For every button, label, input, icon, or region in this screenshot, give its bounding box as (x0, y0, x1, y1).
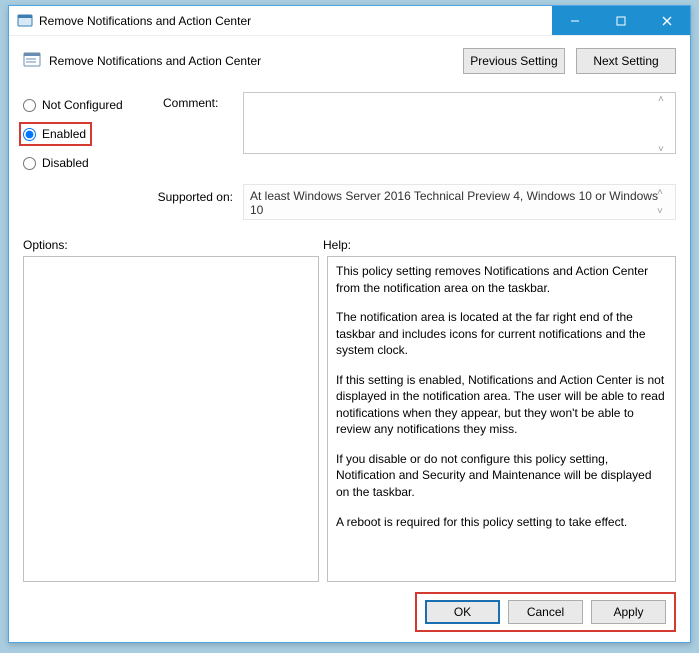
options-panel (23, 256, 319, 582)
window-title: Remove Notifications and Action Center (39, 14, 552, 28)
help-text: The notification area is located at the … (336, 309, 667, 359)
dialog-content: Remove Notifications and Action Center P… (9, 36, 690, 642)
radio-enabled-label: Enabled (42, 127, 86, 141)
maximize-button[interactable] (598, 6, 644, 35)
supported-on-box: At least Windows Server 2016 Technical P… (243, 184, 676, 220)
policy-title: Remove Notifications and Action Center (49, 54, 261, 68)
close-button[interactable] (644, 6, 690, 35)
options-label: Options: (23, 238, 323, 252)
radio-disabled-input[interactable] (23, 157, 36, 170)
titlebar[interactable]: Remove Notifications and Action Center (9, 6, 690, 36)
next-setting-button[interactable]: Next Setting (576, 48, 676, 74)
highlight-enabled: Enabled (19, 122, 92, 146)
window-controls (552, 6, 690, 35)
radio-enabled-input[interactable] (23, 128, 36, 141)
help-text: If you disable or do not configure this … (336, 451, 667, 501)
state-radio-group: Not Configured Enabled Disabled (23, 92, 163, 180)
comment-label: Comment: (163, 92, 243, 110)
chevron-up-icon: ˄ (657, 187, 667, 198)
help-text: A reboot is required for this policy set… (336, 514, 667, 531)
minimize-button[interactable] (552, 6, 598, 35)
radio-not-configured[interactable]: Not Configured (23, 98, 163, 112)
help-text: If this setting is enabled, Notification… (336, 372, 667, 438)
radio-disabled[interactable]: Disabled (23, 156, 163, 170)
radio-disabled-label: Disabled (42, 156, 89, 170)
ok-button[interactable]: OK (425, 600, 500, 624)
footer-buttons: OK Cancel Apply (415, 592, 676, 632)
previous-setting-button[interactable]: Previous Setting (463, 48, 564, 74)
comment-textarea[interactable] (243, 92, 676, 154)
policy-icon (23, 52, 41, 70)
radio-not-configured-label: Not Configured (42, 98, 123, 112)
supported-on-label: Supported on: (23, 184, 243, 204)
apply-button[interactable]: Apply (591, 600, 666, 624)
help-panel: This policy setting removes Notification… (327, 256, 676, 582)
radio-not-configured-input[interactable] (23, 99, 36, 112)
chevron-down-icon: ˅ (657, 206, 667, 217)
help-label: Help: (323, 238, 351, 252)
dialog-window: Remove Notifications and Action Center R… (8, 5, 691, 643)
cancel-button[interactable]: Cancel (508, 600, 583, 624)
radio-enabled[interactable]: Enabled (23, 127, 86, 141)
help-text: This policy setting removes Notification… (336, 263, 667, 296)
supported-on-text: At least Windows Server 2016 Technical P… (250, 189, 658, 217)
app-icon (17, 13, 33, 29)
